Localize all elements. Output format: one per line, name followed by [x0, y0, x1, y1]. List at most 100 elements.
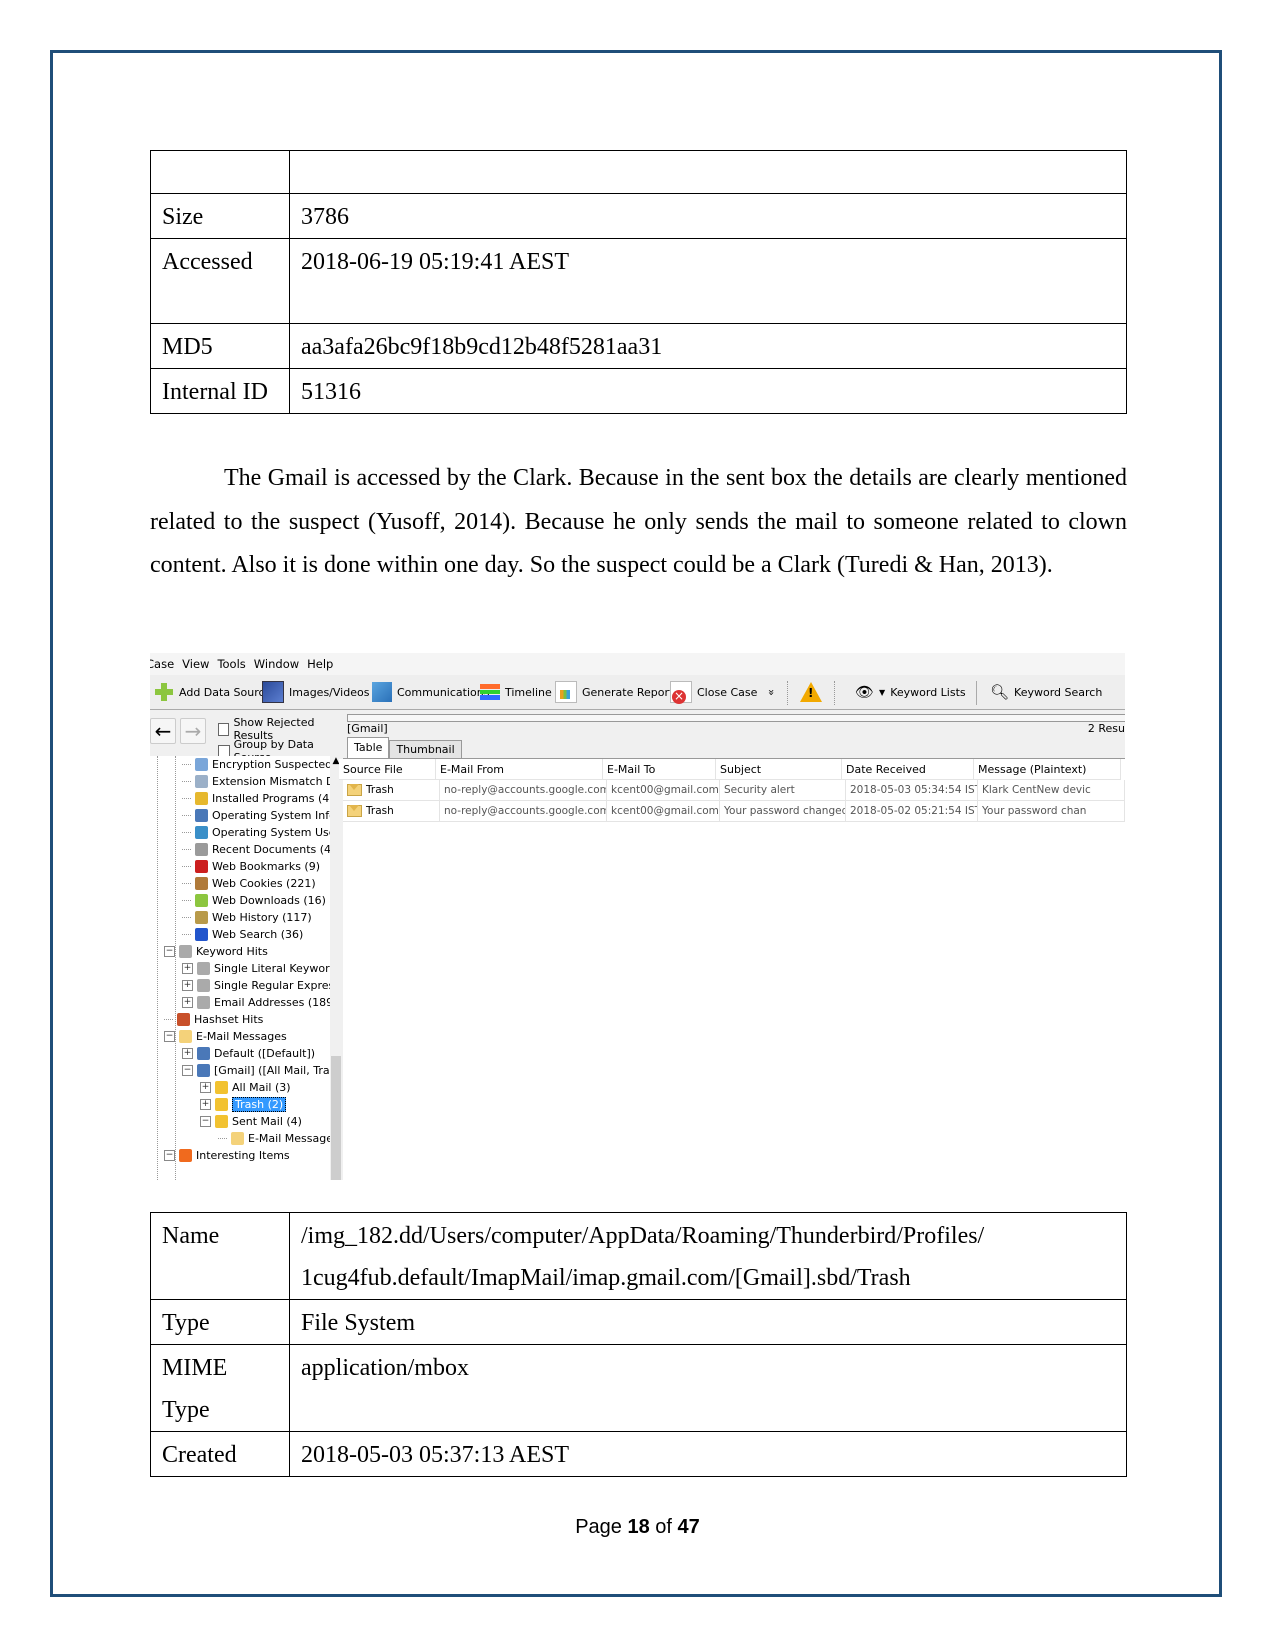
- tree-item[interactable]: Web Cookies (221): [182, 875, 316, 892]
- images-icon: [262, 681, 284, 703]
- tree-item[interactable]: − Keyword Hits: [164, 943, 268, 960]
- generate-report-button[interactable]: Generate Report: [555, 675, 673, 709]
- tree-item[interactable]: Operating System Infor: [182, 807, 340, 824]
- menu-help[interactable]: Help: [307, 653, 333, 675]
- cell-subject: Security alert: [720, 780, 846, 801]
- tree-item[interactable]: + Single Regular Expressio: [182, 977, 340, 994]
- tree-connector: [182, 849, 191, 850]
- tree-item[interactable]: + Default ([Default]): [182, 1045, 315, 1062]
- tree-connector: [182, 883, 191, 884]
- tree-item[interactable]: + Single Literal Keyword S: [182, 960, 340, 977]
- property-key: MD5: [150, 323, 290, 369]
- tree-item[interactable]: − Sent Mail (4): [200, 1113, 302, 1130]
- communications-button[interactable]: Communications: [372, 675, 489, 709]
- collapse-icon[interactable]: −: [164, 946, 175, 957]
- tree-item[interactable]: Web Search (36): [182, 926, 303, 943]
- page-prefix: Page: [575, 1516, 622, 1538]
- tree-item-label: Web History (117): [212, 911, 312, 924]
- toolbar-separator: [976, 681, 977, 705]
- keyword-lists-button[interactable]: 👁 ▼ Keyword Lists: [855, 675, 966, 709]
- property-value: application/mbox: [289, 1344, 1127, 1432]
- table-row: [150, 150, 1127, 194]
- table-row[interactable]: Trash no-reply@accounts.google.com; kcen…: [343, 801, 1125, 822]
- tree-item-label: Web Bookmarks (9): [212, 860, 321, 873]
- column-header-subject[interactable]: Subject: [716, 759, 842, 780]
- tree-item-selected[interactable]: + Trash (2): [200, 1096, 287, 1113]
- menu-case[interactable]: Case: [150, 653, 174, 675]
- column-header-date-received[interactable]: Date Received: [842, 759, 974, 780]
- pin-icon: [177, 1013, 190, 1026]
- search-icon: 🔍︎: [990, 682, 1010, 701]
- tree-item[interactable]: + All Mail (3): [200, 1079, 291, 1096]
- timeline-button[interactable]: Timeline: [480, 675, 552, 709]
- back-button[interactable]: ←: [150, 718, 176, 744]
- tree-item[interactable]: Web Bookmarks (9): [182, 858, 320, 875]
- tree-item-label: Keyword Hits: [196, 945, 268, 958]
- tree-item[interactable]: − E-Mail Messages: [164, 1028, 287, 1045]
- tree-item[interactable]: Web Downloads (16): [182, 892, 326, 909]
- cell-message: Your password chan: [978, 801, 1125, 822]
- tree-item[interactable]: Installed Programs (42): [182, 790, 340, 807]
- tree-item[interactable]: Recent Documents (41): [182, 841, 340, 858]
- table-row[interactable]: Trash no-reply@accounts.google.com; kcen…: [343, 780, 1125, 801]
- expand-icon[interactable]: +: [182, 980, 193, 991]
- tree-item-label: Recent Documents (41): [212, 843, 340, 856]
- timeline-label: Timeline: [505, 685, 552, 699]
- tree-item[interactable]: − [Gmail] ([All Mail, Trash,: [182, 1062, 340, 1079]
- column-header-email-from[interactable]: E-Mail From: [436, 759, 603, 780]
- collapse-icon[interactable]: −: [164, 1031, 175, 1042]
- tab-thumbnail[interactable]: Thumbnail: [389, 740, 462, 758]
- report-icon: [555, 681, 577, 703]
- tree-item[interactable]: Operating System User: [182, 824, 340, 841]
- property-value: [289, 150, 1127, 194]
- tree-item[interactable]: − Interesting Items: [164, 1147, 290, 1164]
- results-table: Source File E-Mail From E-Mail To Subjec…: [339, 758, 1125, 1180]
- table-row: Name /img_182.dd/Users/computer/AppData/…: [150, 1212, 1127, 1300]
- close-case-button[interactable]: Close Case »: [670, 675, 778, 709]
- images-videos-button[interactable]: Images/Videos: [262, 675, 369, 709]
- expand-icon[interactable]: +: [182, 963, 193, 974]
- warning-icon: [800, 682, 822, 702]
- tree-item[interactable]: E-Mail Messages: [218, 1130, 339, 1147]
- collapse-icon[interactable]: −: [200, 1116, 211, 1127]
- tree-item-label: Default ([Default]): [214, 1047, 316, 1060]
- property-value: 2018-05-03 05:37:13 AEST: [289, 1431, 1127, 1477]
- warning-button[interactable]: [800, 675, 822, 709]
- tree-item[interactable]: + Email Addresses (1895): [182, 994, 340, 1011]
- forward-button[interactable]: →: [180, 718, 206, 744]
- column-header-message[interactable]: Message (Plaintext): [974, 759, 1121, 780]
- column-header-email-to[interactable]: E-Mail To: [603, 759, 716, 780]
- expand-icon[interactable]: +: [200, 1099, 211, 1110]
- add-data-source-button[interactable]: Add Data Source: [154, 675, 271, 709]
- expand-icon[interactable]: +: [182, 997, 193, 1008]
- tree-scrollbar[interactable]: ▲: [330, 756, 342, 1180]
- checkbox-box[interactable]: [218, 722, 230, 736]
- envelope-icon: [347, 784, 362, 796]
- tree-item[interactable]: Hashset Hits: [164, 1011, 263, 1028]
- menu-view[interactable]: View: [182, 653, 209, 675]
- expand-icon[interactable]: +: [182, 1048, 193, 1059]
- tree-item[interactable]: Web History (117): [182, 909, 312, 926]
- tree-item-label: E-Mail Messages: [248, 1132, 339, 1145]
- menu-tools[interactable]: Tools: [217, 653, 245, 675]
- web-search-icon: [195, 928, 208, 941]
- os-user-icon: [195, 826, 208, 839]
- collapse-icon[interactable]: −: [164, 1150, 175, 1161]
- menu-window[interactable]: Window: [254, 653, 299, 675]
- expand-icon[interactable]: +: [200, 1082, 211, 1093]
- tree-item[interactable]: Extension Mismatch Det: [182, 773, 340, 790]
- column-header-source-file[interactable]: Source File: [339, 759, 436, 780]
- communications-label: Communications: [397, 685, 490, 699]
- toolbar-overflow-icon[interactable]: »: [765, 689, 778, 696]
- tree-item[interactable]: Encryption Suspected (1: [182, 756, 340, 773]
- tree-connector: [182, 917, 191, 918]
- cell-email-to: kcent00@gmail.com;: [607, 780, 720, 801]
- file-properties-table-top: Size 3786 Accessed 2018-06-19 05:19:41 A…: [150, 150, 1127, 414]
- tab-table[interactable]: Table: [347, 737, 390, 758]
- property-key: Accessed: [150, 238, 290, 324]
- collapse-icon[interactable]: −: [182, 1065, 193, 1076]
- scrollbar-thumb[interactable]: [331, 1056, 341, 1180]
- results-panel: [Gmail] 2 Resu Table Thumbnail Source Fi…: [339, 710, 1125, 1180]
- tree-item-label: Sent Mail (4): [232, 1115, 302, 1128]
- keyword-search-button[interactable]: 🔍︎ Keyword Search: [990, 675, 1102, 709]
